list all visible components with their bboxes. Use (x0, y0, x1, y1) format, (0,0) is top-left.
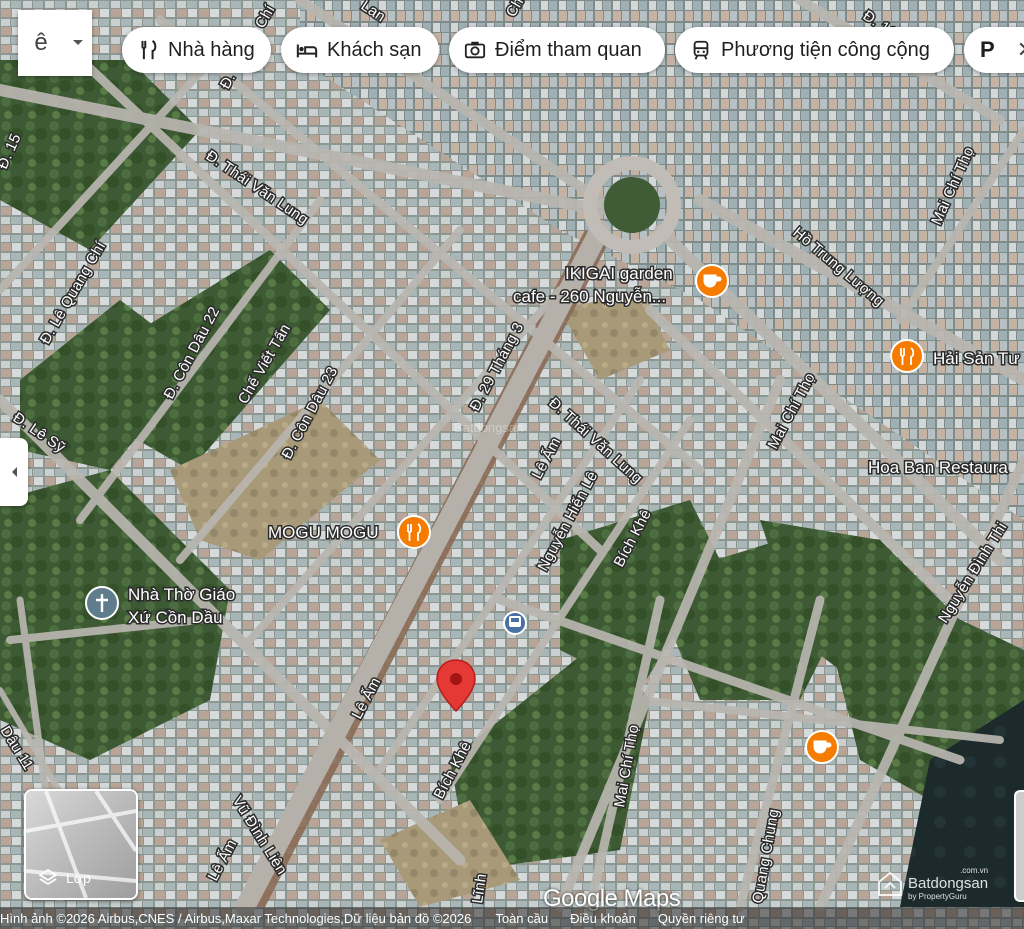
chip-label: Khách sạn (327, 38, 422, 61)
attribution-bar: Hình ảnh ©2026 Airbus,CNES / Airbus,Maxa… (0, 907, 1024, 929)
layer-label: Lớp (66, 870, 91, 886)
bus-stop[interactable] (503, 611, 527, 635)
satellite-map[interactable]: Đ. Thái Văn Lung Đ. Lê Quang Chí Đ. Côn … (0, 0, 1024, 929)
poi-label: Xứ Cồn Dầu (128, 608, 223, 627)
chip-restaurants[interactable]: Nhà hàng (122, 27, 271, 73)
fork-knife-icon (890, 339, 924, 373)
chip-parking[interactable]: P ✕ (964, 27, 1024, 73)
poi-label: cafe - 260 Nguyễn... (513, 287, 666, 306)
poi-label: MOGU MOGU (268, 523, 379, 542)
link-global[interactable]: Toàn cầu (495, 911, 548, 926)
chevron-down-icon[interactable] (64, 10, 92, 76)
watermark: Batdongsan (454, 420, 524, 435)
watermark: .com.vn Batdongsan by PropertyGuru (876, 866, 988, 901)
link-terms[interactable]: Điều khoản (570, 911, 636, 926)
input-tools[interactable]: ê (18, 10, 92, 76)
chip-label: Nhà hàng (168, 38, 255, 61)
chip-label: Phương tiện công cộng (721, 38, 930, 61)
poi-label: Nhà Thờ Giáo (128, 585, 235, 604)
poi-label: IKIGAI garden (565, 264, 673, 283)
close-icon[interactable]: ✕ (1017, 37, 1024, 63)
chip-attractions[interactable]: Điểm tham quan (449, 27, 665, 73)
fork-knife-icon (397, 515, 431, 549)
collapse-panel-button[interactable] (0, 438, 28, 506)
imagery-credit: Hình ảnh ©2026 Airbus,CNES / Airbus,Maxa… (0, 910, 472, 926)
parking-icon: P (980, 37, 995, 62)
chip-transit[interactable]: Phương tiện công cộng (675, 27, 954, 73)
poi-hoa-ban[interactable]: Hoa Ban Restaura (867, 457, 1010, 479)
poi-cafe[interactable] (805, 730, 839, 764)
chip-label: Điểm tham quan (495, 38, 642, 61)
layers-icon (38, 868, 58, 888)
chip-hotels[interactable]: Khách sạn (281, 27, 439, 73)
camera-icon (463, 38, 487, 62)
bed-icon (295, 38, 319, 62)
street-view-thumbnail[interactable] (1014, 790, 1024, 902)
poi-label: Hải Sản Tư (933, 349, 1020, 368)
train-icon (689, 38, 713, 62)
watermark-logo-icon (878, 871, 902, 896)
fork-knife-icon (136, 38, 160, 62)
link-privacy[interactable]: Quyền riêng tư (658, 911, 745, 926)
language-toggle[interactable]: ê (18, 10, 64, 76)
layer-toggle-button[interactable]: Lớp (24, 789, 138, 900)
chevron-left-icon (12, 467, 17, 477)
